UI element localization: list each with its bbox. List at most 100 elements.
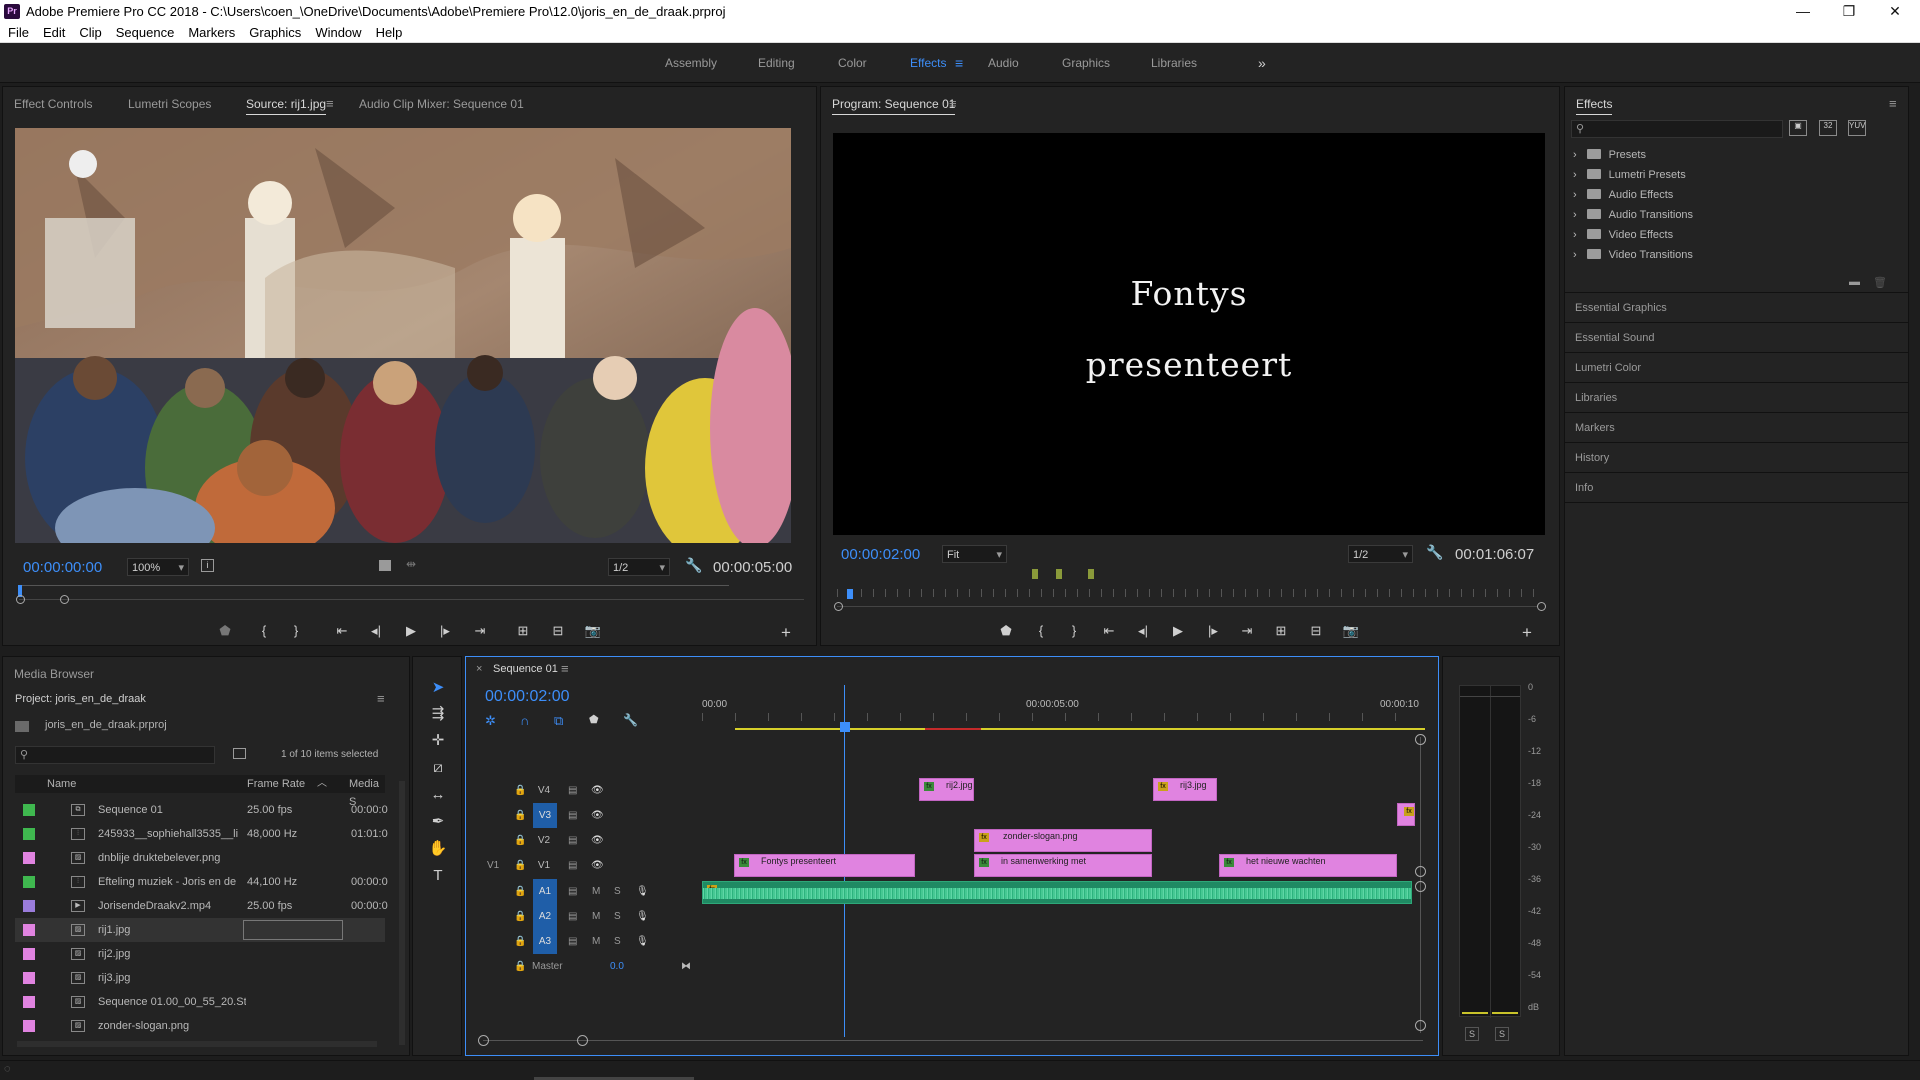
project-item[interactable]: ▶ JorisendeDraakv2.mp4 25.00 fps 00:00:0: [15, 894, 388, 918]
v-scroll-handle-top[interactable]: [1415, 734, 1426, 745]
section-essential-sound[interactable]: Essential Sound: [1565, 323, 1908, 353]
project-item[interactable]: ▨ rij3.jpg: [15, 966, 385, 990]
new-search-bin-icon[interactable]: [233, 748, 246, 759]
menu-sequence[interactable]: Sequence: [109, 23, 182, 43]
extract-icon[interactable]: ⊟: [1306, 623, 1326, 639]
program-resolution-dropdown[interactable]: 1/2: [1348, 545, 1413, 564]
label-color-swatch[interactable]: [23, 972, 35, 984]
program-playhead[interactable]: [847, 589, 853, 599]
sync-lock-icon[interactable]: ▤: [568, 778, 577, 803]
selection-tool-icon[interactable]: ➤: [426, 676, 450, 700]
pen-tool-icon[interactable]: ✒: [426, 810, 450, 834]
v-scroll-handle-audio[interactable]: [1415, 881, 1426, 892]
sync-lock-icon[interactable]: ▤: [568, 853, 577, 878]
section-history[interactable]: History: [1565, 443, 1908, 473]
work-area-bar[interactable]: [735, 728, 1425, 730]
step-back-icon[interactable]: ◂|: [366, 623, 386, 639]
workspace-assembly[interactable]: Assembly: [665, 43, 717, 83]
lock-icon[interactable]: 🔒: [514, 853, 526, 878]
project-item[interactable]: ▨ rij1.jpg: [15, 918, 385, 942]
program-panel-menu-icon[interactable]: ≡: [949, 87, 957, 121]
sequence-menu-icon[interactable]: ≡: [561, 661, 569, 676]
add-marker-icon[interactable]: ⬟: [589, 713, 599, 726]
source-zoom-bar[interactable]: [19, 599, 804, 600]
workspace-overflow-icon[interactable]: »: [1258, 43, 1266, 83]
program-go-to-in-icon[interactable]: ⇤: [1099, 623, 1119, 639]
program-export-frame-icon[interactable]: 📷: [1341, 623, 1361, 639]
label-color-swatch[interactable]: [23, 948, 35, 960]
new-bin-icon[interactable]: ▬: [1849, 276, 1860, 288]
menu-window[interactable]: Window: [308, 23, 368, 43]
project-item[interactable]: ▨ Sequence 01.00_00_55_20.St: [15, 990, 385, 1014]
mark-out-icon[interactable]: }: [286, 623, 306, 638]
project-h-scrollbar[interactable]: [17, 1041, 377, 1047]
mute-button[interactable]: M: [592, 904, 600, 929]
mark-in-icon[interactable]: {: [254, 623, 274, 638]
tab-effects[interactable]: Effects: [1576, 87, 1613, 121]
workspace-graphics[interactable]: Graphics: [1062, 43, 1110, 83]
overwrite-icon[interactable]: ⊟: [548, 623, 568, 639]
timeline-timecode[interactable]: 00:00:02:00: [485, 688, 570, 706]
source-settings-icon[interactable]: i: [201, 559, 214, 572]
play-icon[interactable]: ▶: [401, 623, 421, 639]
effects-search-input[interactable]: ⚲: [1571, 120, 1783, 138]
source-zoom-dropdown[interactable]: 100%: [127, 558, 189, 577]
project-item[interactable]: ⫶ Efteling muziek - Joris en de 44,100 Hz 0…: [15, 870, 388, 894]
close-sequence-icon[interactable]: ×: [476, 663, 482, 675]
source-panel-menu-icon[interactable]: ≡: [326, 87, 334, 121]
project-item[interactable]: ▨ zonder-slogan.png: [15, 1014, 385, 1038]
go-to-out-icon[interactable]: ⇥: [470, 623, 490, 639]
program-timecode[interactable]: 00:00:02:00: [841, 546, 920, 563]
clip-fontys-presenteert[interactable]: fx Fontys presenteert: [734, 854, 915, 877]
h-scroll-handle-left[interactable]: [478, 1035, 489, 1046]
column-frame-rate[interactable]: Frame Rate: [247, 775, 305, 793]
add-marker-icon[interactable]: ⬟: [215, 623, 235, 639]
effects-panel-menu-icon[interactable]: ≡: [1889, 87, 1897, 121]
go-to-in-icon[interactable]: ⇤: [332, 623, 352, 639]
label-color-swatch[interactable]: [23, 852, 35, 864]
label-color-swatch[interactable]: [23, 900, 35, 912]
source-drag-audio-icon[interactable]: ⇹: [406, 557, 416, 571]
clip-het-nieuwe-wachten[interactable]: fx het nieuwe wachten: [1219, 854, 1397, 877]
lock-icon[interactable]: 🔒: [514, 828, 526, 853]
microphone-icon[interactable]: 🎙: [636, 929, 649, 954]
label-color-swatch[interactable]: [23, 828, 35, 840]
label-color-swatch[interactable]: [23, 924, 35, 936]
project-item[interactable]: ▨ dnblije druktebelever.png: [15, 846, 385, 870]
export-frame-icon[interactable]: 📷: [583, 623, 603, 639]
rename-field[interactable]: [243, 920, 343, 940]
project-item[interactable]: ⫶ 245933__sophiehall3535__li 48,000 Hz 01:0…: [15, 822, 388, 846]
workspace-editing[interactable]: Editing: [758, 43, 795, 83]
slip-tool-icon[interactable]: ↔: [426, 783, 450, 807]
minimize-button[interactable]: —: [1780, 0, 1826, 23]
meter-solo-right[interactable]: S: [1495, 1027, 1509, 1041]
program-marker-1[interactable]: [1032, 569, 1038, 579]
program-zoom-handle-right[interactable]: [1537, 602, 1546, 611]
program-time-ruler[interactable]: [837, 589, 1537, 597]
hand-tool-icon[interactable]: ✋: [426, 837, 450, 861]
program-go-to-out-icon[interactable]: ⇥: [1237, 623, 1257, 639]
source-add-button-icon[interactable]: +: [776, 623, 796, 643]
solo-button[interactable]: S: [614, 879, 621, 904]
status-icon[interactable]: ◌: [4, 1063, 11, 1075]
lift-icon[interactable]: ⊞: [1271, 623, 1291, 639]
program-play-icon[interactable]: ▶: [1168, 623, 1188, 639]
workspace-audio[interactable]: Audio: [988, 43, 1019, 83]
program-fit-dropdown[interactable]: Fit: [942, 545, 1007, 564]
program-step-forward-icon[interactable]: |▸: [1203, 623, 1223, 639]
lock-icon[interactable]: 🔒: [514, 879, 526, 904]
tree-item-video-effects[interactable]: › Video Effects: [1573, 225, 1903, 245]
label-color-swatch[interactable]: [23, 876, 35, 888]
project-scrollbar[interactable]: [399, 781, 405, 1045]
clip-v3-edge[interactable]: fx: [1397, 803, 1415, 826]
master-volume[interactable]: 0.0: [610, 954, 624, 979]
32-bit-effects-icon[interactable]: 32: [1819, 120, 1837, 136]
timeline-playhead-handle[interactable]: [840, 722, 850, 732]
menu-graphics[interactable]: Graphics: [242, 23, 308, 43]
clip-audio-music[interactable]: fx: [702, 881, 1412, 904]
section-lumetri-color[interactable]: Lumetri Color: [1565, 353, 1908, 383]
master-collapse-icon[interactable]: ⧓: [681, 954, 691, 979]
mute-button[interactable]: M: [592, 929, 600, 954]
v-scroll-handle-mid[interactable]: [1415, 866, 1426, 877]
eye-icon[interactable]: 👁: [591, 778, 604, 803]
